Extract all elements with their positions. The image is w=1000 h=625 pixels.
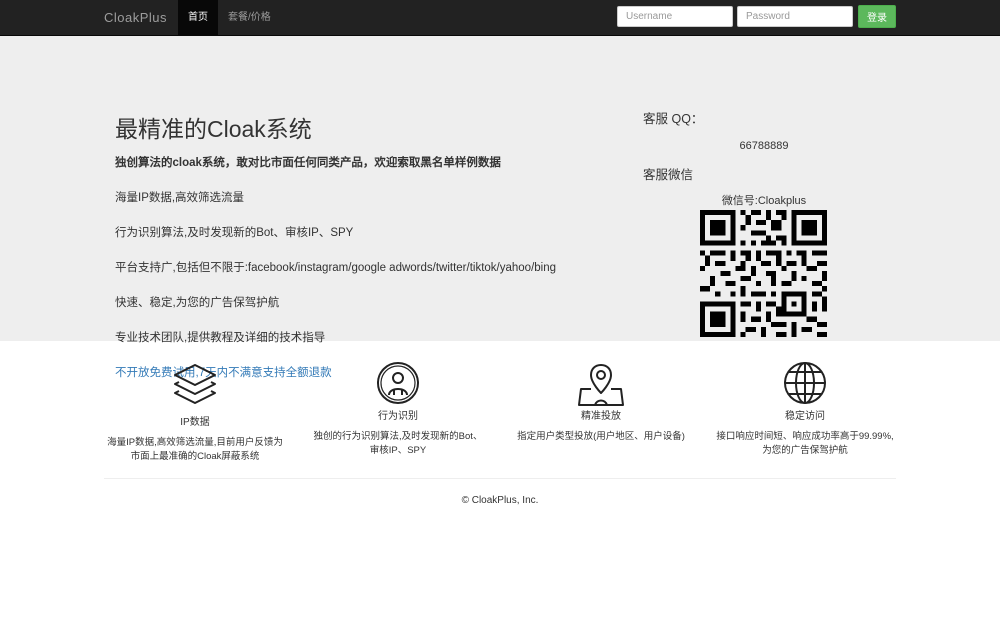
wechat-qr-code — [700, 210, 827, 337]
qq-number: 66788889 — [739, 140, 789, 152]
feature-desc-line: 接口响应时间短、响应成功率高于99.99%, — [716, 431, 894, 442]
hero-line: 海量IP数据,高效筛选流量 — [115, 192, 245, 204]
login-form: 登录 — [617, 5, 896, 28]
contact-panel: 客服 QQ： 66788889 客服微信 微信号:Cloakplus — [643, 108, 893, 208]
hero-line: 行为识别算法,及时发现新的Bot、审核IP、SPY — [115, 227, 354, 239]
brand-logo[interactable]: CloakPlus — [104, 0, 167, 35]
feature-desc-line: 为您的广告保驾护航 — [762, 445, 848, 456]
hero-title: 最精准的Cloak系统 — [115, 116, 312, 142]
feature-description: 独创的行为识别算法,及时发现新的Bot、 审核IP、SPY — [298, 430, 498, 458]
qq-label: 客服 QQ： — [643, 112, 704, 126]
user-circle-icon — [377, 362, 419, 404]
layers-icon — [174, 364, 216, 404]
feature-title: IP数据 — [180, 417, 210, 428]
nav-home-link[interactable]: 首页 — [178, 0, 218, 35]
feature-stable-access: 稳定访问 接口响应时间短、响应成功率高于99.99%, 为您的广告保驾护航 — [705, 361, 905, 458]
feature-desc-line: 指定用户类型投放(用户地区、用户设备) — [517, 431, 685, 442]
nav-pricing-link[interactable]: 套餐/价格 — [218, 0, 281, 35]
username-input[interactable] — [617, 6, 733, 27]
hero-line: 平台支持广,包括但不限于:facebook/instagram/google a… — [115, 262, 557, 274]
feature-title: 行为识别 — [378, 411, 418, 422]
hero-line: 快速、稳定,为您的广告保驾护航 — [115, 297, 280, 309]
feature-ip-data: IP数据 海量IP数据,高效筛选流量,目前用户反馈为 市面上最准确的Cloak屏… — [95, 361, 295, 464]
feature-description: 指定用户类型投放(用户地区、用户设备) — [501, 430, 701, 444]
feature-desc-line: 独创的行为识别算法,及时发现新的Bot、 — [313, 431, 483, 442]
hero-section: 最精准的Cloak系统 独创算法的cloak系统，敢对比市面任何同类产品，欢迎索… — [0, 36, 1000, 379]
wechat-id: 微信号:Cloakplus — [721, 195, 807, 207]
footer-copyright: © CloakPlus, Inc. — [461, 495, 539, 506]
feature-description: 海量IP数据,高效筛选流量,目前用户反馈为 市面上最准确的Cloak屏蔽系统 — [95, 436, 295, 464]
hero-lead: 独创算法的cloak系统，敢对比市面任何同类产品，欢迎索取黑名单样例数据 — [115, 157, 501, 169]
wechat-label: 客服微信 — [643, 168, 694, 182]
footer-divider — [104, 478, 896, 479]
password-input[interactable] — [737, 6, 853, 27]
features-section: IP数据 海量IP数据,高效筛选流量,目前用户反馈为 市面上最准确的Cloak屏… — [0, 341, 1000, 481]
feature-precise-targeting: 精准投放 指定用户类型投放(用户地区、用户设备) — [501, 361, 701, 444]
map-pin-icon — [578, 364, 624, 406]
nav-links: 首页 套餐/价格 — [178, 0, 281, 35]
feature-title: 稳定访问 — [785, 411, 825, 422]
navbar: CloakPlus 首页 套餐/价格 登录 — [0, 0, 1000, 36]
feature-desc-line: 市面上最准确的Cloak屏蔽系统 — [130, 451, 260, 462]
feature-title: 精准投放 — [581, 411, 621, 422]
feature-description: 接口响应时间短、响应成功率高于99.99%, 为您的广告保驾护航 — [705, 430, 905, 458]
login-button[interactable]: 登录 — [858, 5, 896, 28]
feature-desc-line: 审核IP、SPY — [369, 445, 427, 456]
globe-icon — [784, 362, 826, 404]
feature-behavior-detection: 行为识别 独创的行为识别算法,及时发现新的Bot、 审核IP、SPY — [298, 361, 498, 458]
feature-desc-line: 海量IP数据,高效筛选流量,目前用户反馈为 — [107, 437, 283, 448]
